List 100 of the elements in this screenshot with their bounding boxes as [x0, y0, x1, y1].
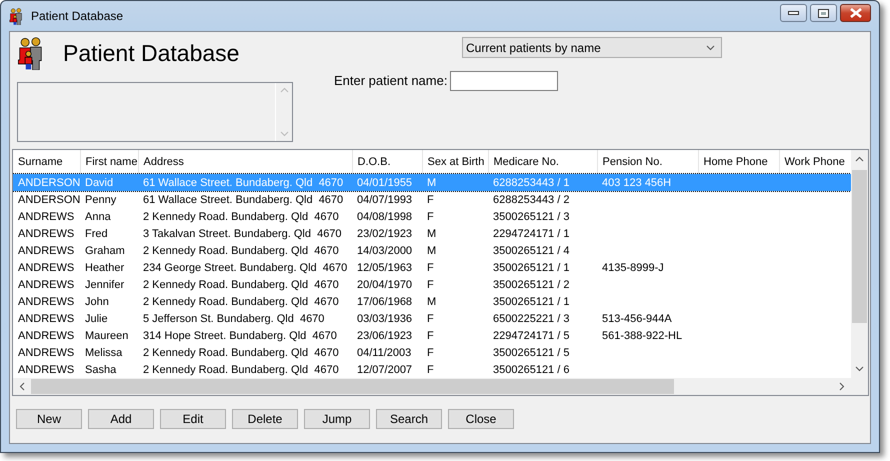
scroll-down-icon[interactable]	[855, 366, 864, 372]
minimize-button[interactable]	[780, 4, 807, 22]
table-cell: Melissa	[85, 346, 122, 358]
maximize-button[interactable]	[810, 4, 837, 22]
table-cell: David	[85, 176, 114, 188]
table-cell: 4135-8999-J	[602, 262, 664, 274]
minimize-icon	[788, 10, 799, 16]
table-cell: 23/02/1923	[357, 228, 412, 240]
action-button[interactable]: Search	[376, 409, 442, 429]
table-cell: John	[85, 296, 109, 308]
scroll-up-icon[interactable]	[855, 156, 864, 162]
table-cell: 03/03/1936	[357, 312, 412, 324]
table-cell: Julie	[85, 312, 108, 324]
table-cell: 04/01/1955	[357, 176, 412, 188]
table-cell: 2294724171 / 5	[493, 330, 570, 342]
table-cell: F	[427, 210, 434, 222]
table-cell: 3500265121 / 1	[493, 296, 570, 308]
table-cell: 5 Jefferson St. Bundaberg. Qld 4670	[143, 312, 324, 324]
table-cell: Maureen	[85, 330, 128, 342]
table-cell: 3500265121 / 6	[493, 364, 570, 376]
table-cell: Penny	[85, 194, 116, 206]
table-row[interactable]: ANDREWS Julie 5 Jefferson St. Bundaberg. Qld 4670 03/03/1936 F 6500225221 / 3 513-456-944A	[13, 310, 851, 327]
table-cell: 2294724171 / 1	[493, 228, 570, 240]
table-cell: 04/07/1993	[357, 194, 412, 206]
action-button[interactable]: Add	[88, 409, 154, 429]
table-cell: 12/05/1963	[357, 262, 412, 274]
table-cell: 61 Wallace Street. Bundaberg. Qld 4670	[143, 194, 344, 206]
table-cell: 2 Kennedy Road. Bundaberg. Qld 4670	[143, 364, 339, 376]
table-cell: ANDREWS	[18, 364, 74, 376]
table-cell: F	[427, 312, 434, 324]
scrollbar-thumb[interactable]	[31, 379, 674, 394]
table-cell: 314 Hope Street. Bundaberg. Qld 4670	[143, 330, 337, 342]
table-cell: 2 Kennedy Road. Bundaberg. Qld 4670	[143, 278, 339, 290]
table-cell: ANDREWS	[18, 296, 74, 308]
table-cell: 04/08/1998	[357, 210, 412, 222]
window-title: Patient Database	[31, 8, 124, 25]
scroll-down-icon	[280, 131, 288, 137]
scroll-up-icon	[280, 87, 288, 93]
notes-box[interactable]	[17, 82, 293, 142]
table-cell: 17/06/1968	[357, 296, 412, 308]
table-row[interactable]: ANDREWS Graham 2 Kennedy Road. Bundaberg. Qld 4670 14/03/2000 M 3500265121 / 4	[13, 242, 851, 259]
close-icon	[850, 8, 862, 18]
table-cell: F	[427, 194, 434, 206]
table-cell: M	[427, 228, 436, 240]
table-cell: 61 Wallace Street. Bundaberg. Qld 4670	[143, 176, 344, 188]
table-cell: Sasha	[85, 364, 116, 376]
table-cell: 2 Kennedy Road. Bundaberg. Qld 4670	[143, 244, 339, 256]
table-row[interactable]: ANDREWS John 2 Kennedy Road. Bundaberg. Qld 4670 17/06/1968 M 3500265121 / 1	[13, 293, 851, 310]
table-cell: F	[427, 346, 434, 358]
table-cell: 234 George Street. Bundaberg. Qld 4670	[143, 262, 348, 274]
action-button[interactable]: Edit	[160, 409, 226, 429]
view-dropdown[interactable]: Current patients by name	[462, 37, 722, 58]
table-cell: ANDERSON	[18, 194, 80, 206]
table-row[interactable]: ANDERSON Penny 61 Wallace Street. Bundaberg. Qld 4670 04/07/1993 F 6288253443 / 2	[13, 191, 851, 208]
maximize-icon	[818, 8, 829, 18]
table-cell: 04/11/2003	[357, 346, 412, 358]
table-row[interactable]: ANDREWS Heather 234 George Street. Bundaberg. Qld 4670 12/05/1963 F 3500265121 / 1 4135-8999-J	[13, 259, 851, 276]
table-cell: Jennifer	[85, 278, 124, 290]
table-cell: 3500265121 / 1	[493, 262, 570, 274]
scroll-right-icon[interactable]	[839, 382, 845, 391]
table-cell: 3500265121 / 2	[493, 278, 570, 290]
table-cell: 20/04/1970	[357, 278, 412, 290]
table-row[interactable]: ANDREWS Anna 2 Kennedy Road. Bundaberg. Qld 4670 04/08/1998 F 3500265121 / 3	[13, 208, 851, 225]
close-button[interactable]	[840, 4, 871, 22]
table-cell: ANDERSON	[18, 176, 80, 188]
table-cell: 23/06/1923	[357, 330, 412, 342]
table-cell: F	[427, 278, 434, 290]
action-button[interactable]: Close	[448, 409, 514, 429]
table-row[interactable]: ANDREWS Sasha 2 Kennedy Road. Bundaberg. Qld 4670 12/07/2007 F 3500265121 / 6	[13, 361, 851, 378]
table-cell: ANDREWS	[18, 312, 74, 324]
table-row[interactable]: ANDREWS Fred 3 Takalvan Street. Bundaberg. Qld 4670 23/02/1923 M 2294724171 / 1	[13, 225, 851, 242]
table-cell: Heather	[85, 262, 124, 274]
table-cell: M	[427, 176, 436, 188]
table-row[interactable]: ANDREWS Maureen 314 Hope Street. Bundaberg. Qld 4670 23/06/1923 F 2294724171 / 5 561-388-922-HL	[13, 327, 851, 344]
table-cell: 12/07/2007	[357, 364, 412, 376]
scroll-left-icon[interactable]	[19, 382, 25, 391]
action-button[interactable]: New	[16, 409, 82, 429]
scrollbar-thumb[interactable]	[852, 170, 867, 323]
table-row[interactable]: ANDREWS Jennifer 2 Kennedy Road. Bundaberg. Qld 4670 20/04/1970 F 3500265121 / 2	[13, 276, 851, 293]
table-cell: 513-456-944A	[602, 312, 672, 324]
table-cell: 6288253443 / 1	[493, 176, 570, 188]
table-row[interactable]: ANDREWS Melissa 2 Kennedy Road. Bundaberg. Qld 4670 04/11/2003 F 3500265121 / 5	[13, 344, 851, 361]
table-cell: 3500265121 / 3	[493, 210, 570, 222]
table-cell: M	[427, 244, 436, 256]
table-cell: M	[427, 296, 436, 308]
table-cell: ANDREWS	[18, 278, 74, 290]
action-button[interactable]: Delete	[232, 409, 298, 429]
patient-name-field[interactable]	[450, 71, 558, 91]
table-cell: F	[427, 330, 434, 342]
table-cell: 6500225221 / 3	[493, 312, 570, 324]
table-cell: 14/03/2000	[357, 244, 412, 256]
table-cell: ANDREWS	[18, 346, 74, 358]
app-title: Patient Database	[63, 42, 240, 65]
table-cell: F	[427, 262, 434, 274]
action-button[interactable]: Jump	[304, 409, 370, 429]
table-cell: ANDREWS	[18, 244, 74, 256]
table-cell: 561-388-922-HL	[602, 330, 682, 342]
table-cell: Anna	[85, 210, 111, 222]
table-cell: ANDREWS	[18, 330, 74, 342]
table-cell: 6288253443 / 2	[493, 194, 570, 206]
